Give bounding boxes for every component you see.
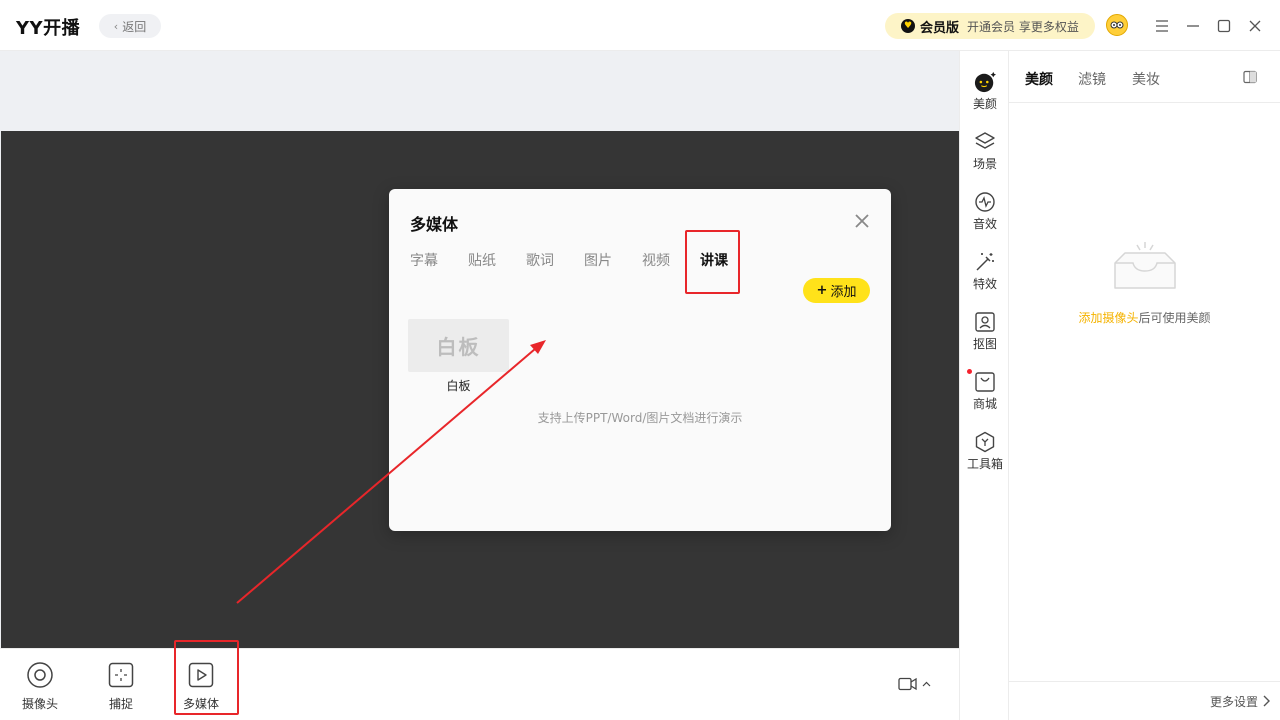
minimize-icon[interactable]	[1183, 16, 1203, 36]
rail-label: 美颜	[972, 97, 997, 111]
add-button[interactable]: + 添加	[803, 278, 870, 303]
rail-item-scene[interactable]: 场景	[960, 131, 1010, 172]
chevron-left-icon: ‹	[113, 19, 119, 33]
capture-icon	[107, 661, 135, 689]
magic-wand-icon	[974, 251, 996, 273]
whiteboard-label: 白板	[446, 379, 471, 393]
multimedia-dialog: 多媒体 字幕 贴纸 歌词 图片 视频 讲课 + 添加 白板 白板 支持上传PPT…	[389, 189, 891, 531]
rail-label: 商城	[972, 397, 997, 411]
add-label: 添加	[830, 285, 857, 300]
rail-item-sound[interactable]: 音效	[960, 191, 1010, 232]
empty-state: 添加摄像头后可使用美颜	[1009, 241, 1280, 326]
menu-icon[interactable]	[1152, 16, 1172, 36]
maximize-icon[interactable]	[1214, 16, 1234, 36]
more-settings-button[interactable]: 更多设置	[1009, 681, 1280, 720]
sound-wave-icon	[974, 191, 996, 213]
panel-tabs: 美颜 滤镜 美妆	[1009, 51, 1280, 103]
tab-beauty[interactable]: 美颜	[1025, 69, 1053, 89]
lecture-highlight-box	[685, 230, 740, 294]
chevron-up-icon	[922, 681, 931, 687]
tool-capture[interactable]: 捕捉	[91, 661, 151, 712]
portrait-cutout-icon	[974, 311, 996, 333]
whiteboard-thumbnail[interactable]: 白板	[408, 319, 509, 372]
rail-label: 工具箱	[966, 457, 1003, 471]
shopping-bag-icon	[974, 371, 996, 393]
upload-hint: 支持上传PPT/Word/图片文档进行演示	[537, 411, 743, 425]
vip-heart-icon: ♥	[901, 19, 915, 33]
tool-label: 摄像头	[21, 697, 58, 711]
layers-icon	[974, 131, 996, 153]
tab-makeup[interactable]: 美妆	[1132, 69, 1160, 89]
title-bar: YY开播 ‹ 返回 ♥ 会员版 开通会员 享更多权益	[0, 0, 1280, 51]
tab-video[interactable]: 视频	[642, 250, 670, 270]
rail-item-mall[interactable]: 商城	[960, 371, 1010, 412]
app-title: YY开播	[16, 18, 81, 39]
rail-label: 场景	[972, 157, 997, 171]
rail-item-toolbox[interactable]: 工具箱	[960, 431, 1010, 472]
vip-label: 会员版	[920, 20, 960, 36]
close-window-icon[interactable]	[1245, 16, 1265, 36]
tab-image[interactable]: 图片	[584, 250, 612, 270]
tab-lyrics[interactable]: 歌词	[526, 250, 554, 270]
compare-toggle[interactable]	[1243, 69, 1257, 88]
tab-sticker[interactable]: 贴纸	[468, 250, 496, 270]
empty-hint: 添加摄像头后可使用美颜	[1078, 309, 1210, 326]
video-camera-icon	[898, 677, 917, 691]
add-camera-link[interactable]: 添加摄像头	[1078, 311, 1138, 325]
tool-label: 捕捉	[108, 697, 133, 711]
rail-label: 抠图	[972, 337, 997, 351]
avatar-icon	[1110, 21, 1124, 29]
empty-hint-rest: 后可使用美颜	[1138, 311, 1211, 325]
vip-desc: 开通会员 享更多权益	[967, 19, 1079, 34]
rail-item-cutout[interactable]: 抠图	[960, 311, 1010, 352]
chevron-right-icon	[1263, 695, 1270, 707]
rail-label: 音效	[972, 217, 997, 231]
avatar[interactable]	[1106, 14, 1128, 36]
back-button[interactable]: ‹ 返回	[99, 14, 161, 38]
beauty-face-icon	[974, 71, 996, 93]
multimedia-highlight-box	[174, 640, 239, 715]
tab-subtitle[interactable]: 字幕	[410, 250, 438, 270]
rail-item-effects[interactable]: 特效	[960, 251, 1010, 292]
camera-switch[interactable]	[898, 677, 931, 691]
tab-filter[interactable]: 滤镜	[1078, 69, 1106, 89]
plus-icon: +	[816, 283, 828, 298]
back-label: 返回	[122, 19, 147, 34]
empty-box-icon	[1113, 242, 1176, 289]
rail-item-beauty[interactable]: 美颜	[960, 71, 1010, 112]
toolbox-icon	[974, 431, 996, 453]
camera-circle-icon	[26, 661, 54, 689]
vip-banner[interactable]: ♥ 会员版 开通会员 享更多权益	[885, 13, 1095, 39]
tool-camera[interactable]: 摄像头	[10, 661, 70, 712]
rail-label: 特效	[972, 277, 997, 291]
close-icon[interactable]	[851, 210, 873, 232]
compare-icon	[1243, 70, 1257, 84]
more-settings-label: 更多设置	[1209, 694, 1258, 709]
dialog-title: 多媒体	[410, 215, 459, 234]
bottom-toolbar: 摄像头 捕捉 多媒体	[0, 640, 959, 720]
beauty-panel: 美颜 滤镜 美妆 添加摄像头后可使用美颜 更多设置	[1009, 51, 1280, 720]
feature-rail: 美颜 场景 音效 特效 抠图 商城 工具箱	[959, 51, 1009, 720]
